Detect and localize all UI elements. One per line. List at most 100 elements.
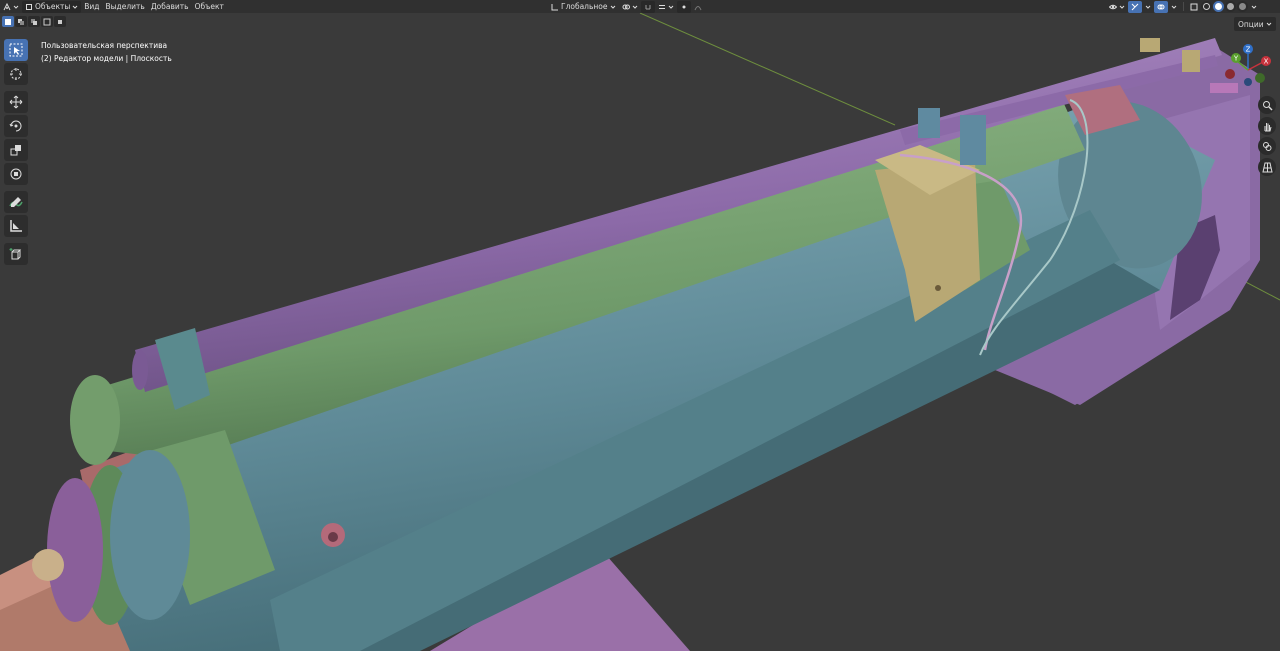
chevron-down-icon	[1251, 4, 1257, 10]
shading-dropdown[interactable]	[1248, 1, 1260, 13]
tool-annotate[interactable]	[4, 191, 28, 213]
select-extend-button[interactable]	[15, 16, 27, 27]
xray-icon	[1190, 3, 1198, 11]
tool-scale[interactable]	[4, 139, 28, 161]
tool-shelf	[4, 39, 29, 265]
shading-rendered[interactable]	[1237, 1, 1248, 12]
link-icon	[622, 3, 630, 11]
tool-separator	[4, 87, 29, 89]
zoom-button[interactable]	[1258, 96, 1276, 114]
tool-measure[interactable]	[4, 215, 28, 237]
3d-cursor-icon	[10, 68, 22, 80]
transform-icon	[10, 168, 22, 180]
object-mode-icon	[25, 3, 33, 11]
chevron-down-icon	[1266, 21, 1272, 27]
select-subtract-button[interactable]	[28, 16, 40, 27]
transform-orientation-dropdown[interactable]: Глобальное	[548, 1, 619, 13]
bolt-mid-hole	[935, 285, 941, 291]
proportional-icon	[680, 3, 688, 11]
rendered-icon	[1239, 3, 1246, 10]
snap-dropdown[interactable]	[655, 1, 677, 13]
menu-add[interactable]: Добавить	[148, 1, 192, 13]
snap-icon	[644, 3, 652, 11]
tool-cursor[interactable]	[4, 63, 28, 85]
chevron-down-icon	[1119, 4, 1125, 10]
menu-object[interactable]: Объект	[192, 1, 227, 13]
select-invert-icon	[43, 18, 51, 25]
navigation-gizmo[interactable]: Z X Y	[1218, 40, 1278, 92]
select-new-button[interactable]	[2, 16, 14, 27]
tool-select-box[interactable]	[4, 39, 28, 61]
collection-info: (2) Редактор модели | Плоскость	[41, 54, 172, 63]
scale-icon	[10, 145, 21, 156]
xray-toggle[interactable]	[1187, 1, 1201, 13]
material-icon	[1227, 3, 1234, 10]
add-cube-icon	[9, 248, 22, 260]
editor-type-button[interactable]	[0, 1, 22, 13]
select-invert-button[interactable]	[41, 16, 53, 27]
gizmo-y-label: Y	[1233, 55, 1239, 63]
select-subtract-icon	[31, 18, 37, 25]
wireframe-icon	[1203, 3, 1210, 10]
chevron-down-icon	[610, 4, 616, 10]
menu-select[interactable]: Выделить	[102, 1, 147, 13]
select-extend-icon	[18, 18, 24, 25]
tool-transform[interactable]	[4, 163, 28, 185]
options-label: Опции	[1238, 19, 1264, 29]
tool-rotate[interactable]	[4, 115, 28, 137]
camera-view-button[interactable]	[1258, 137, 1276, 155]
hand-icon	[1264, 122, 1271, 131]
falloff-dropdown[interactable]	[691, 1, 705, 13]
clamp-rear-2	[1182, 50, 1200, 72]
perspective-toggle[interactable]	[1258, 158, 1276, 176]
axis-line-y	[639, 13, 896, 126]
overlays-toggle[interactable]	[1154, 0, 1168, 13]
clamp-mid-2	[918, 108, 940, 138]
increment-icon	[658, 3, 666, 11]
proportional-edit-toggle[interactable]	[676, 0, 691, 13]
chevron-down-icon	[1145, 4, 1151, 10]
eye-icon	[1109, 3, 1117, 11]
annotate-icon	[9, 197, 23, 207]
snap-toggle[interactable]	[640, 0, 655, 13]
chevron-down-icon	[632, 4, 638, 10]
select-intersect-button[interactable]	[54, 16, 66, 27]
grid-icon	[1261, 162, 1273, 172]
muzzle-ring	[47, 478, 103, 622]
tool-separator	[4, 239, 29, 241]
select-mode-group	[2, 16, 66, 27]
select-new-icon	[5, 18, 11, 25]
chevron-down-icon	[72, 4, 78, 10]
magnify-icon	[1262, 100, 1273, 111]
viewport-3d[interactable]	[0, 13, 1280, 651]
pan-button[interactable]	[1258, 117, 1276, 135]
tool-add-cube[interactable]	[4, 243, 28, 265]
overlays-dropdown[interactable]	[1168, 1, 1180, 13]
divider	[1183, 2, 1184, 11]
knob	[32, 549, 64, 581]
shading-wireframe[interactable]	[1201, 1, 1212, 12]
shading-solid[interactable]	[1213, 1, 1224, 12]
object-mode-dropdown[interactable]: Объекты	[22, 0, 82, 13]
visibility-dropdown[interactable]	[1106, 1, 1128, 13]
bolt-front-hole	[328, 532, 338, 542]
clamp-rear-1	[1140, 38, 1160, 52]
rod-upper-end	[132, 350, 148, 390]
axis-gizmo-icon: Z X Y	[1225, 44, 1271, 86]
gizmo-icon	[1131, 3, 1139, 11]
barrel-ring-front	[110, 450, 190, 620]
barrel-green-end	[70, 375, 120, 465]
pivot-dropdown[interactable]	[619, 1, 641, 13]
select-intersect-icon	[58, 19, 62, 24]
menu-view[interactable]: Вид	[81, 1, 102, 13]
camera-icon	[1262, 141, 1271, 151]
options-dropdown[interactable]: Опции	[1234, 17, 1276, 31]
rotate-icon	[9, 120, 22, 132]
shading-material[interactable]	[1225, 1, 1236, 12]
gizmo-toggle[interactable]	[1128, 0, 1142, 13]
viewport-header: Объекты Вид Выделить Добавить Объект Гло…	[0, 0, 1280, 13]
tool-move[interactable]	[4, 91, 28, 113]
gizmo-z-label: Z	[1246, 46, 1251, 54]
gizmo-dropdown[interactable]	[1142, 1, 1154, 13]
chevron-down-icon	[13, 4, 19, 10]
